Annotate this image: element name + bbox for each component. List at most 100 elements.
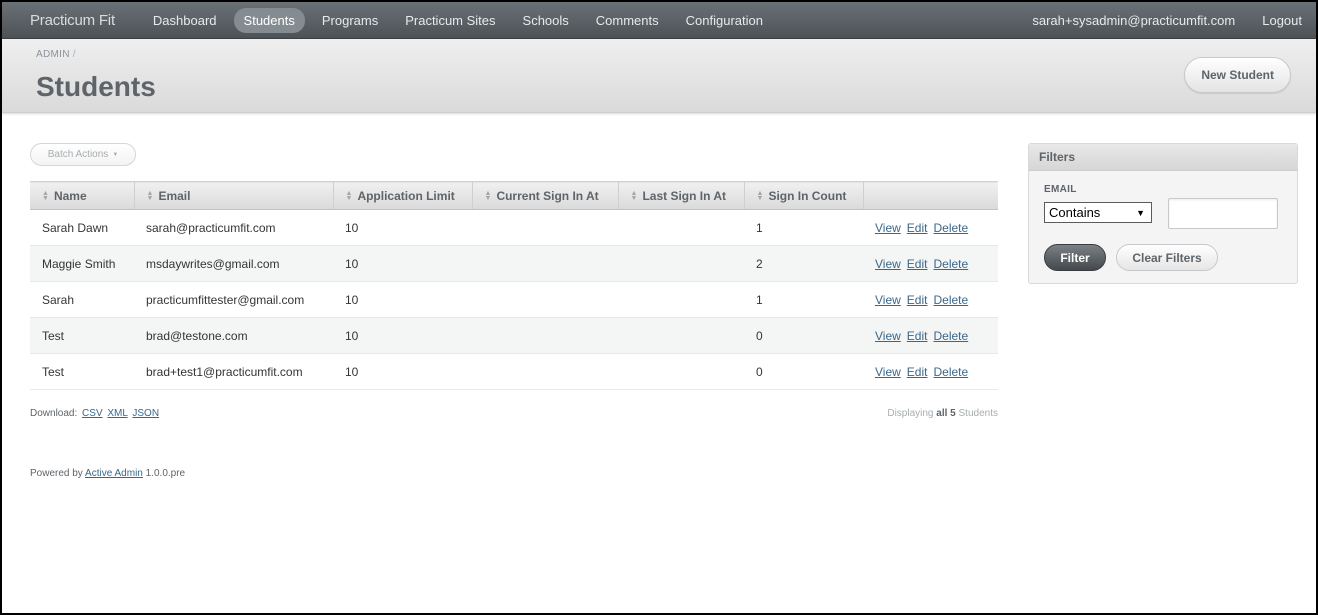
edit-link[interactable]: Edit xyxy=(907,293,928,307)
batch-actions-label: Batch Actions xyxy=(47,149,109,160)
students-table: ▲ ▼ Name ▲ ▼ Email ▲ ▼ Application Limit ▲ ▼ Curren… xyxy=(30,181,998,390)
download-json-link[interactable]: JSON xyxy=(132,408,159,419)
sort-icon: ▲ ▼ xyxy=(146,190,154,203)
current-sign-in-at-cell xyxy=(472,353,618,390)
site-title[interactable]: Practicum Fit xyxy=(30,12,115,29)
edit-link[interactable]: Edit xyxy=(907,365,928,379)
student-email-cell: brad@testone.com xyxy=(134,317,333,354)
nav-item-dashboard[interactable]: Dashboard xyxy=(143,8,227,33)
sign-in-count-cell: 1 xyxy=(744,281,863,318)
row-actions: View Edit Delete xyxy=(863,281,998,318)
delete-link[interactable]: Delete xyxy=(933,365,968,379)
nav-item-programs[interactable]: Programs xyxy=(312,8,388,33)
nav-item-configuration[interactable]: Configuration xyxy=(676,8,773,33)
top-navigation-bar: Practicum Fit Dashboard Students Programs P… xyxy=(2,2,1316,39)
batch-actions-button[interactable]: Batch Actions ▼ xyxy=(30,143,136,166)
filter-button[interactable]: Filter xyxy=(1044,244,1106,271)
view-link[interactable]: View xyxy=(875,221,901,235)
student-name-cell: Sarah Dawn xyxy=(30,209,134,246)
current-user-link[interactable]: sarah+sysadmin@practicumfit.com xyxy=(1032,13,1235,28)
view-link[interactable]: View xyxy=(875,329,901,343)
breadcrumb-admin[interactable]: ADMIN xyxy=(36,49,70,60)
column-header-label: Sign In Count xyxy=(768,188,847,203)
nav-item-schools[interactable]: Schools xyxy=(513,8,579,33)
sign-in-count-cell: 0 xyxy=(744,317,863,354)
download-label: Download: xyxy=(30,408,78,419)
pagination-suffix: Students xyxy=(958,408,998,419)
breadcrumb: ADMIN / xyxy=(36,49,76,60)
sort-icon: ▲ ▼ xyxy=(756,190,764,203)
row-actions: View Edit Delete xyxy=(863,353,998,390)
title-bar: ADMIN / Students New Student xyxy=(2,39,1316,113)
main-nav: Dashboard Students Programs Practicum Sites… xyxy=(143,7,780,33)
table-row: Maggie Smith msdaywrites@gmail.com 10 2 View… xyxy=(30,245,998,282)
dropdown-arrow-icon: ▼ xyxy=(1136,207,1145,218)
column-header-label: Application Limit xyxy=(357,188,455,203)
column-header[interactable]: ▲ ▼ Sign In Count xyxy=(744,181,864,210)
column-header[interactable]: ▲ ▼ Name xyxy=(30,181,135,210)
new-student-button[interactable]: New Student xyxy=(1184,57,1291,93)
logout-link[interactable]: Logout xyxy=(1262,13,1302,28)
view-link[interactable]: View xyxy=(875,365,901,379)
column-header xyxy=(863,181,998,210)
sort-icon: ▲ ▼ xyxy=(345,190,353,203)
active-admin-link[interactable]: Active Admin xyxy=(85,468,143,479)
nav-item-comments[interactable]: Comments xyxy=(586,8,669,33)
last-sign-in-at-cell xyxy=(618,245,744,282)
table-row: Test brad@testone.com 10 0 View Edit Delete xyxy=(30,317,998,354)
edit-link[interactable]: Edit xyxy=(907,329,928,343)
download-xml-link[interactable]: XML xyxy=(107,408,127,419)
student-email-cell: brad+test1@practicumfit.com xyxy=(134,353,333,390)
email-filter-label: EMAIL xyxy=(1044,184,1077,195)
column-header-label: Email xyxy=(158,188,191,203)
footer: Powered by Active Admin 1.0.0.pre xyxy=(30,468,185,479)
student-name-cell: Test xyxy=(30,317,134,354)
delete-link[interactable]: Delete xyxy=(933,221,968,235)
column-header[interactable]: ▲ ▼ Email xyxy=(134,181,334,210)
application-limit-cell: 10 xyxy=(333,245,472,282)
footer-prefix: Powered by xyxy=(30,468,83,479)
table-row: Sarah Dawn sarah@practicumfit.com 10 1 View E… xyxy=(30,209,998,246)
sort-icon: ▲ ▼ xyxy=(630,190,638,203)
sign-in-count-cell: 1 xyxy=(744,209,863,246)
download-csv-link[interactable]: CSV xyxy=(82,408,103,419)
student-name-cell: Sarah xyxy=(30,281,134,318)
delete-link[interactable]: Delete xyxy=(933,257,968,271)
nav-item-students[interactable]: Students xyxy=(233,7,305,33)
table-header-row: ▲ ▼ Name ▲ ▼ Email ▲ ▼ Application Limit ▲ ▼ Curren… xyxy=(30,181,998,210)
last-sign-in-at-cell xyxy=(618,317,744,354)
email-filter-input[interactable] xyxy=(1168,198,1278,229)
filters-panel: Filters EMAIL Contains ▼ Filter Clear Fi… xyxy=(1028,143,1298,284)
delete-link[interactable]: Delete xyxy=(933,329,968,343)
email-filter-operator-select[interactable]: Contains ▼ xyxy=(1044,202,1152,223)
filters-title: Filters xyxy=(1029,144,1297,171)
current-sign-in-at-cell xyxy=(472,317,618,354)
last-sign-in-at-cell xyxy=(618,209,744,246)
application-limit-cell: 10 xyxy=(333,209,472,246)
student-name-cell: Maggie Smith xyxy=(30,245,134,282)
application-limit-cell: 10 xyxy=(333,281,472,318)
delete-link[interactable]: Delete xyxy=(933,293,968,307)
sign-in-count-cell: 0 xyxy=(744,353,863,390)
column-header[interactable]: ▲ ▼ Last Sign In At xyxy=(618,181,745,210)
student-email-cell: practicumfittester@gmail.com xyxy=(134,281,333,318)
edit-link[interactable]: Edit xyxy=(907,221,928,235)
column-header[interactable]: ▲ ▼ Application Limit xyxy=(333,181,473,210)
table-body: Sarah Dawn sarah@practicumfit.com 10 1 View E… xyxy=(30,209,998,390)
last-sign-in-at-cell xyxy=(618,281,744,318)
row-actions: View Edit Delete xyxy=(863,245,998,282)
view-link[interactable]: View xyxy=(875,293,901,307)
column-header[interactable]: ▲ ▼ Current Sign In At xyxy=(472,181,619,210)
row-actions: View Edit Delete xyxy=(863,209,998,246)
application-limit-cell: 10 xyxy=(333,317,472,354)
view-link[interactable]: View xyxy=(875,257,901,271)
footer-version: 1.0.0.pre xyxy=(145,468,186,479)
edit-link[interactable]: Edit xyxy=(907,257,928,271)
select-value: Contains xyxy=(1049,205,1101,220)
column-header-label: Name xyxy=(53,188,87,203)
student-email-cell: sarah@practicumfit.com xyxy=(134,209,333,246)
clear-filters-button[interactable]: Clear Filters xyxy=(1116,244,1218,271)
nav-item-practicum-sites[interactable]: Practicum Sites xyxy=(395,8,505,33)
pagination-prefix: Displaying xyxy=(887,408,934,419)
current-sign-in-at-cell xyxy=(472,281,618,318)
